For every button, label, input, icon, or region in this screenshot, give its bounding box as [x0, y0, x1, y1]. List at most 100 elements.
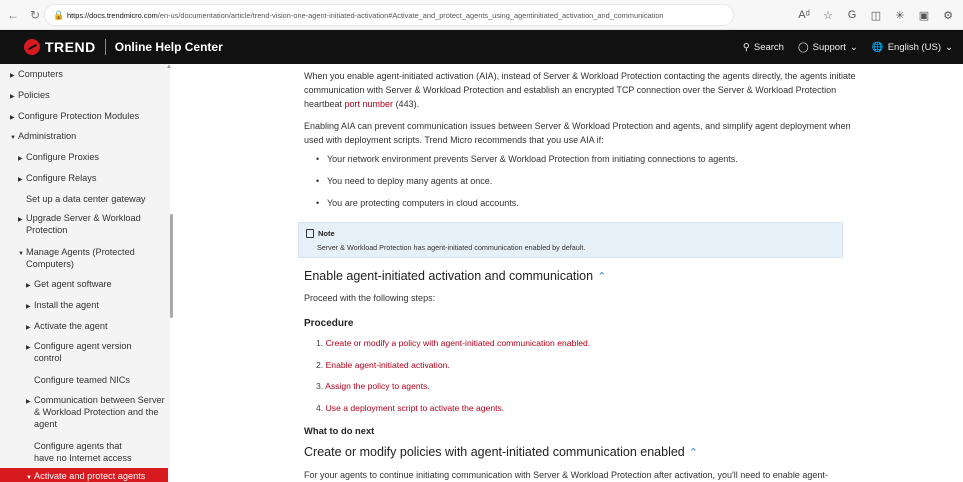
- caret-right-icon: ▶: [10, 73, 15, 79]
- lock-icon[interactable]: 🔒: [51, 10, 67, 21]
- split-screen-icon[interactable]: ◫: [867, 6, 885, 24]
- step-number: 2.: [316, 360, 324, 370]
- sidebar-item-administration[interactable]: ▼ Administration: [0, 130, 168, 142]
- sidebar-item-no-internet-access[interactable]: Configure agents that have no Internet a…: [0, 440, 140, 464]
- sidebar-nav: ▶ Computers ▶ Policies ▶ Configure Prote…: [0, 64, 170, 482]
- sidebar-item-activate-agent[interactable]: ▶ Activate the agent: [0, 320, 168, 332]
- favorites-icon[interactable]: ✳: [891, 6, 909, 24]
- sidebar-item-configure-proxies[interactable]: ▶ Configure Proxies: [0, 151, 168, 163]
- read-aloud-icon[interactable]: Aᵈ: [795, 6, 813, 24]
- sidebar-item-computers[interactable]: ▶ Computers: [0, 68, 168, 80]
- policies-paragraph: For your agents to continue initiating c…: [304, 470, 828, 480]
- globe-icon: 🌐: [871, 41, 884, 53]
- support-label: Support: [812, 41, 846, 53]
- step-1: 1. Create or modify a policy with agent-…: [316, 338, 590, 348]
- intro-text: (443).: [393, 99, 420, 109]
- caret-down-icon: ▼: [10, 135, 16, 141]
- trend-logo-icon: [24, 39, 40, 55]
- sidebar-item-activate-protect-agents[interactable]: ▼ Activate and protect agents: [0, 468, 168, 482]
- url-host: https://docs.trendmicro.com: [67, 10, 158, 20]
- heading-enable-aia: Enable agent-initiated activation and co…: [304, 269, 606, 283]
- sidebar-item-agent-version-control[interactable]: ▶ Configure agent version control: [0, 340, 140, 364]
- search-button[interactable]: ⚲ Search: [743, 42, 784, 53]
- sidebar-item-label: Activate the agent: [34, 321, 108, 331]
- step-number: 4.: [316, 403, 324, 413]
- caret-right-icon: ▶: [26, 304, 31, 310]
- site-title[interactable]: Online Help Center: [115, 40, 223, 54]
- caret-up-icon[interactable]: ⌃: [597, 271, 606, 283]
- language-menu[interactable]: 🌐 English (US) ⌄: [872, 42, 953, 53]
- port-number-link[interactable]: port number: [345, 99, 394, 109]
- trend-logo[interactable]: TREND: [24, 39, 96, 55]
- caret-right-icon: ▶: [10, 94, 15, 100]
- sidebar-item-label: Administration: [18, 131, 77, 141]
- heading-text: Create or modify policies with agent-ini…: [304, 445, 685, 459]
- step-link[interactable]: Enable agent-initiated activation.: [326, 360, 450, 370]
- sidebar-item-communication[interactable]: ▶ Communication between Server & Workloa…: [0, 394, 168, 430]
- language-label: English (US): [887, 41, 942, 53]
- step-4: 4. Use a deployment script to activate t…: [316, 403, 504, 413]
- intro-line-1: When you enable agent-initiated activati…: [304, 71, 856, 81]
- step-number: 1.: [316, 338, 324, 348]
- caret-down-icon: ▼: [18, 251, 24, 257]
- step-3: 3. Assign the policy to agents.: [316, 381, 430, 391]
- header-divider: [104, 39, 106, 55]
- note-callout: Note Server & Workload Protection has ag…: [298, 222, 843, 258]
- step-2: 2. Enable agent-initiated activation.: [316, 360, 450, 370]
- note-icon: [306, 229, 314, 238]
- steps-intro: Proceed with the following steps:: [304, 293, 436, 303]
- sidebar-scrollbar[interactable]: [170, 214, 173, 318]
- sidebar-item-policies[interactable]: ▶ Policies: [0, 89, 168, 101]
- step-link[interactable]: Create or modify a policy with agent-ini…: [326, 338, 591, 348]
- address-bar[interactable]: 🔒 https://docs.trendmicro.com/en-us/docu…: [44, 4, 734, 26]
- extensions-icon[interactable]: ⚙: [939, 6, 957, 24]
- caret-right-icon: ▶: [26, 399, 31, 405]
- collections-icon[interactable]: ▣: [915, 6, 933, 24]
- extension-icon[interactable]: G: [843, 6, 861, 24]
- sidebar-item-configure-protection-modules[interactable]: ▶ Configure Protection Modules: [0, 110, 168, 122]
- sidebar-item-manage-agents[interactable]: ▼ Manage Agents (Protected Computers): [0, 246, 140, 270]
- sidebar-item-label: Set up a data center gateway: [26, 194, 146, 204]
- intro-text: heartbeat: [304, 99, 345, 109]
- caret-right-icon: ▶: [26, 325, 31, 331]
- sidebar-item-label: Install the agent: [34, 300, 99, 310]
- scroll-up-icon[interactable]: ▲: [166, 64, 172, 70]
- caret-right-icon: ▶: [18, 177, 23, 183]
- note-title: Note: [318, 229, 335, 238]
- sidebar-item-label: Communication between Server & Workload …: [34, 395, 165, 429]
- article-content: When you enable agent-initiated activati…: [175, 64, 963, 482]
- aia-line-1: Enabling AIA can prevent communication i…: [304, 121, 851, 131]
- help-circle-icon: ◯: [797, 41, 809, 53]
- step-link[interactable]: Assign the policy to agents.: [325, 381, 430, 391]
- caret-up-icon[interactable]: ⌃: [689, 447, 698, 459]
- list-item: Your network environment prevents Server…: [316, 154, 738, 164]
- sidebar-item-teamed-nics[interactable]: Configure teamed NICs: [0, 374, 168, 386]
- chevron-down-icon: ⌄: [945, 41, 953, 53]
- site-header: TREND Online Help Center ⚲ Search ◯ Suppor…: [0, 30, 963, 64]
- refresh-icon[interactable]: ↻: [26, 6, 44, 24]
- sidebar-item-data-center-gateway[interactable]: Set up a data center gateway: [0, 193, 168, 205]
- favorite-star-icon[interactable]: ☆: [819, 6, 837, 24]
- caret-down-icon: ▼: [26, 475, 32, 481]
- step-link[interactable]: Use a deployment script to activate the …: [326, 403, 505, 413]
- sidebar-item-label: Configure Proxies: [26, 152, 100, 162]
- sidebar-item-configure-relays[interactable]: ▶ Configure Relays: [0, 172, 168, 184]
- browser-toolbar: ← ↻ 🔒 https://docs.trendmicro.com/en-us/…: [0, 0, 963, 30]
- search-label: Search: [753, 41, 784, 53]
- caret-right-icon: ▶: [18, 217, 23, 223]
- sidebar-item-upgrade[interactable]: ▶ Upgrade Server & Workload Protection: [0, 212, 150, 236]
- sidebar-item-install-agent[interactable]: ▶ Install the agent: [0, 299, 168, 311]
- list-item: You need to deploy many agents at once.: [316, 176, 492, 186]
- aia-line-2: used with deployment scripts. Trend Micr…: [304, 135, 604, 145]
- heading-create-policies: Create or modify policies with agent-ini…: [304, 445, 698, 459]
- caret-right-icon: ▶: [18, 156, 23, 162]
- chevron-down-icon: ⌄: [849, 41, 858, 53]
- sidebar-item-label: Configure agents that have no Internet a…: [34, 441, 132, 463]
- sidebar-item-label: Get agent software: [34, 279, 112, 289]
- search-icon: ⚲: [742, 41, 750, 53]
- logo-text: TREND: [45, 39, 96, 55]
- back-icon[interactable]: ←: [4, 6, 22, 24]
- support-menu[interactable]: ◯ Support ⌄: [798, 42, 858, 53]
- sidebar-item-label: Manage Agents (Protected Computers): [26, 247, 135, 269]
- sidebar-item-get-agent-software[interactable]: ▶ Get agent software: [0, 278, 168, 290]
